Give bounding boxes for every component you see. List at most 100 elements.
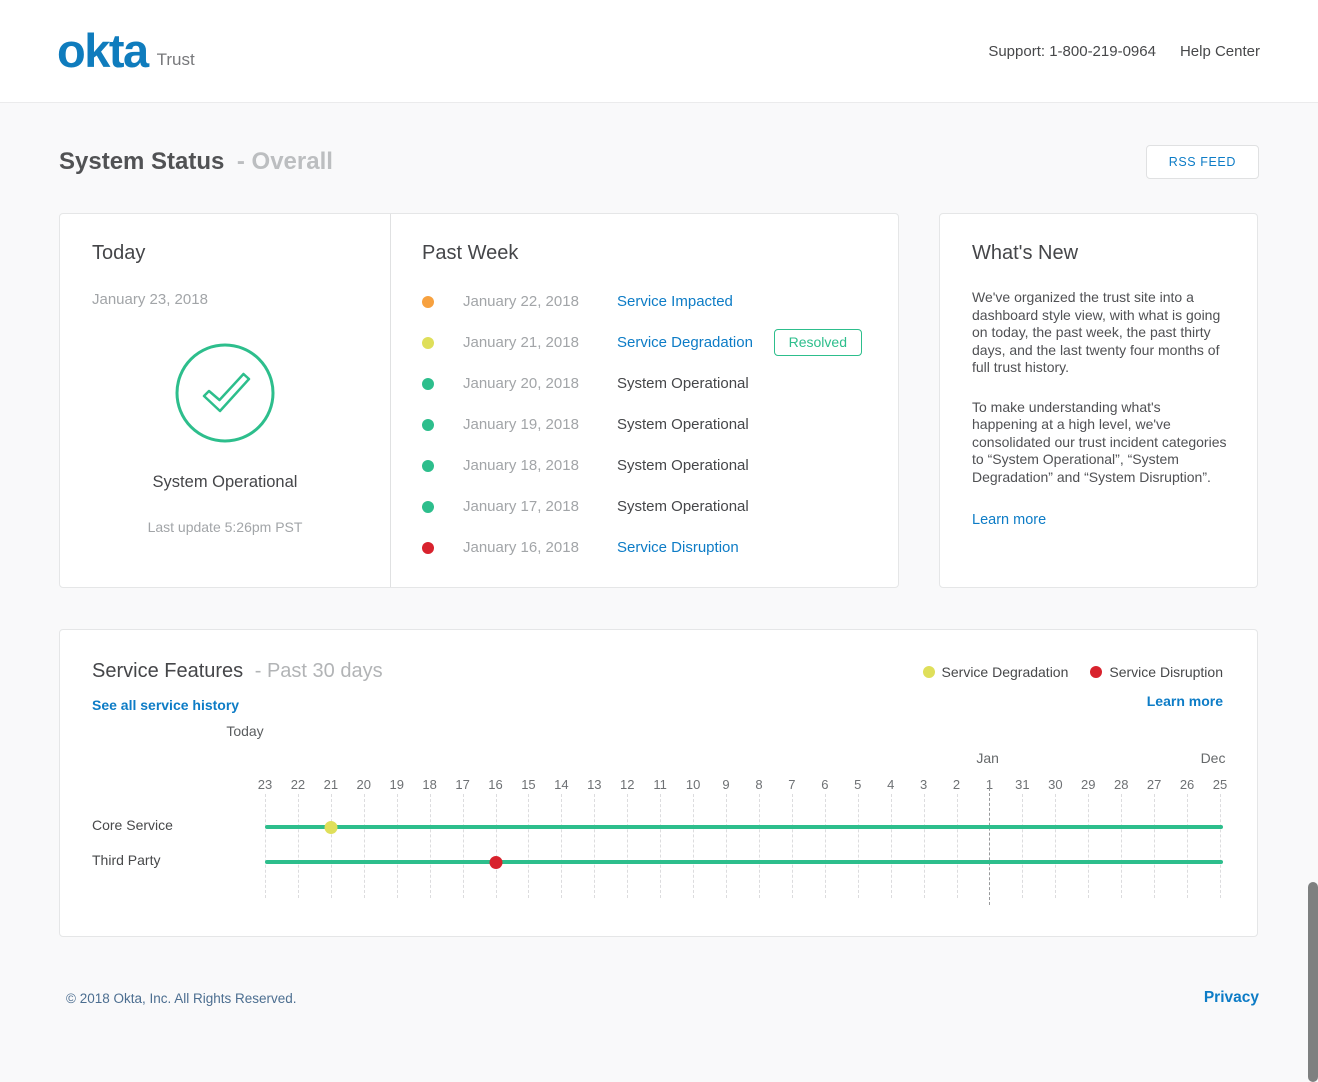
status-cards-row: Today January 23, 2018 System Operationa… [59, 213, 1259, 588]
month-label: Jan [976, 750, 999, 766]
day-gridline [825, 794, 826, 898]
past-week-card-title: Past Week [422, 242, 866, 265]
resolved-badge: Resolved [774, 329, 862, 356]
check-circle-icon [175, 343, 275, 443]
incident-status-link[interactable]: Service Degradation [617, 334, 753, 351]
day-gridline [265, 794, 266, 898]
incident-date: January 22, 2018 [463, 293, 617, 310]
day-gridline [924, 794, 925, 898]
axis-tick-label: 3 [920, 777, 927, 792]
month-label: Dec [1201, 750, 1226, 766]
today-status-text: System Operational [92, 473, 358, 492]
copyright-text: © 2018 Okta, Inc. All Rights Reserved. [66, 991, 297, 1006]
axis-tick-label: 6 [821, 777, 828, 792]
support-phone: Support: 1-800-219-0964 [988, 43, 1156, 60]
axis-tick-label: 22 [291, 777, 305, 792]
legend-dot-icon [1090, 666, 1102, 678]
day-gridline [627, 794, 628, 898]
incident-date: January 17, 2018 [463, 498, 617, 515]
day-gridline [1121, 794, 1122, 898]
day-gridline [891, 794, 892, 898]
status-dot-icon [422, 419, 434, 431]
vertical-scrollbar-thumb[interactable] [1308, 882, 1318, 1082]
axis-tick-label: 25 [1213, 777, 1227, 792]
chart-plot-area: Today 2322212019181716151413121110987654… [265, 723, 1220, 913]
axis-tick-label: 26 [1180, 777, 1194, 792]
axis-tick-label: 13 [587, 777, 601, 792]
incident-date: January 16, 2018 [463, 539, 617, 556]
day-gridline [792, 794, 793, 898]
rss-feed-button[interactable]: RSS FEED [1146, 145, 1259, 179]
status-dot-icon [422, 296, 434, 308]
day-gridline [1154, 794, 1155, 898]
chart-row-label: Third Party [92, 852, 160, 868]
day-gridline [1022, 794, 1023, 898]
axis-tick-label: 4 [887, 777, 894, 792]
today-card: Today January 23, 2018 System Operationa… [60, 214, 390, 587]
incident-date: January 18, 2018 [463, 457, 617, 474]
status-dot-icon [422, 337, 434, 349]
past-week-row: January 19, 2018System Operational [422, 404, 866, 445]
axis-tick-label: 2 [953, 777, 960, 792]
incident-status-text: System Operational [617, 457, 749, 474]
privacy-link[interactable]: Privacy [1204, 989, 1259, 1007]
day-gridline [430, 794, 431, 898]
day-gridline [660, 794, 661, 898]
day-gridline [1187, 794, 1188, 898]
day-gridline [364, 794, 365, 898]
help-center-link[interactable]: Help Center [1180, 43, 1260, 60]
past-week-row: January 17, 2018System Operational [422, 486, 866, 527]
incident-status-link[interactable]: Service Impacted [617, 293, 733, 310]
axis-tick-label: 23 [258, 777, 272, 792]
header-links: Support: 1-800-219-0964 Help Center [988, 43, 1260, 60]
axis-tick-label: 31 [1015, 777, 1029, 792]
day-gridline [528, 794, 529, 898]
axis-tick-label: 30 [1048, 777, 1062, 792]
past-week-row: January 20, 2018System Operational [422, 363, 866, 404]
axis-tick-label: 7 [788, 777, 795, 792]
day-gridline [759, 794, 760, 898]
service-features-title: Service Features [92, 660, 243, 682]
service-features-card: Service Features - Past 30 days See all … [59, 629, 1258, 937]
service-status-line [265, 860, 1223, 864]
day-gridline [594, 794, 595, 898]
legend-item: Service Disruption [1090, 664, 1223, 680]
axis-tick-label: 8 [755, 777, 762, 792]
day-gridline [858, 794, 859, 898]
top-header: okta Trust Support: 1-800-219-0964 Help … [0, 0, 1318, 103]
day-gridline [1055, 794, 1056, 898]
service-features-learn-more-link[interactable]: Learn more [1147, 693, 1223, 709]
past-week-card: Past Week January 22, 2018Service Impact… [390, 214, 898, 587]
see-all-service-history-link[interactable]: See all service history [92, 697, 239, 713]
incident-status-link[interactable]: Service Disruption [617, 539, 739, 556]
past-week-row: January 18, 2018System Operational [422, 445, 866, 486]
service-features-header-right: Service Degradation Service Disruption Le… [923, 660, 1223, 715]
incident-status-text: System Operational [617, 416, 749, 433]
page-title-row: System Status - Overall RSS FEED [59, 145, 1259, 179]
incident-dot[interactable] [324, 821, 337, 834]
status-card: Today January 23, 2018 System Operationa… [59, 213, 899, 588]
axis-tick-label: 10 [686, 777, 700, 792]
axis-tick-label: 17 [455, 777, 469, 792]
okta-logo[interactable]: okta [57, 32, 148, 71]
axis-tick-label: 14 [554, 777, 568, 792]
incident-dot[interactable] [489, 856, 502, 869]
day-gridline [1088, 794, 1089, 898]
axis-tick-label: 16 [488, 777, 502, 792]
chart-today-label: Today [226, 723, 263, 739]
page-footer: © 2018 Okta, Inc. All Rights Reserved. P… [0, 989, 1318, 1007]
day-gridline [957, 794, 958, 898]
axis-tick-label: 29 [1081, 777, 1095, 792]
logo-trust-label: Trust [157, 50, 195, 70]
axis-tick-label: 21 [324, 777, 338, 792]
legend-label: Service Degradation [942, 664, 1069, 680]
status-dot-icon [422, 542, 434, 554]
day-gridline [496, 794, 497, 898]
day-gridline [463, 794, 464, 898]
axis-tick-label: 20 [357, 777, 371, 792]
axis-tick-label: 9 [722, 777, 729, 792]
okta-trust-logo[interactable]: okta Trust [57, 32, 195, 71]
today-card-title: Today [92, 242, 358, 265]
whats-new-learn-more-link[interactable]: Learn more [972, 512, 1046, 528]
whats-new-paragraph-2: To make understanding what's happening a… [972, 399, 1228, 487]
